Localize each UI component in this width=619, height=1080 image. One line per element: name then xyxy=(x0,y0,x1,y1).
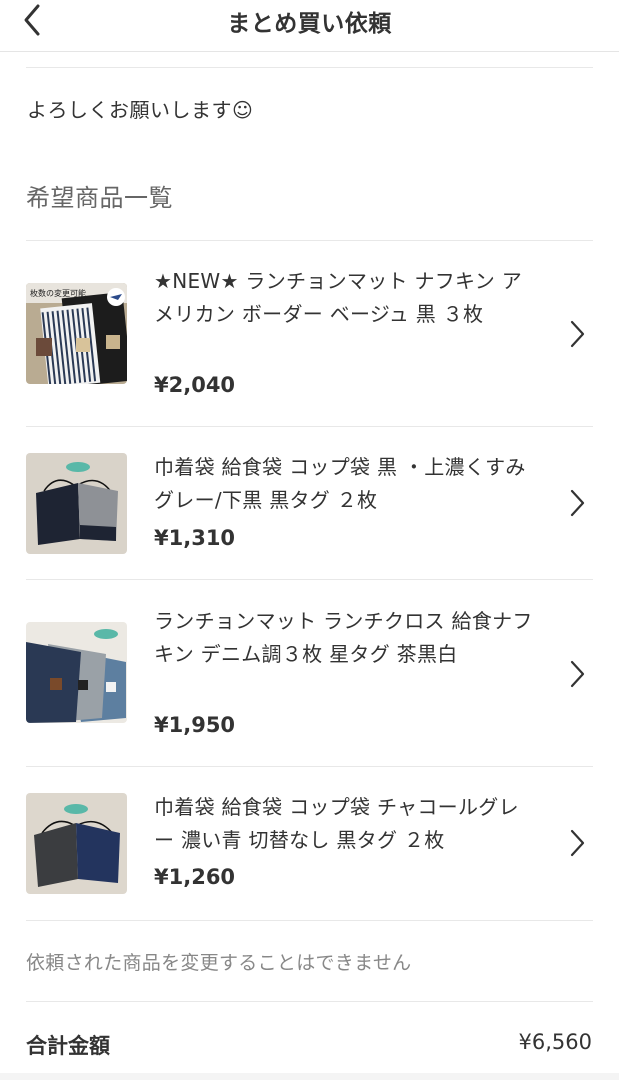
bottom-bar xyxy=(0,1073,619,1080)
product-item[interactable]: 巾着袋 給食袋 コップ袋 黒 ・上濃くすみグレー/下黒 黒タグ ２枚 ¥1,31… xyxy=(26,427,593,580)
product-item[interactable]: 巾着袋 給食袋 コップ袋 チャコールグレー 濃い青 切替なし 黒タグ ２枚 ¥1… xyxy=(26,767,593,921)
chevron-right-icon xyxy=(570,660,585,688)
product-price: ¥1,950 xyxy=(154,713,236,737)
product-item[interactable]: 枚数の変更可能 ★NEW★ ランチョンマット ナフキン アメリカン ボーダー ベ… xyxy=(26,241,593,427)
thumbnail-label: 枚数の変更可能 xyxy=(30,288,86,298)
total-amount: ¥6,560 xyxy=(518,1030,592,1054)
product-price: ¥1,260 xyxy=(154,865,236,889)
product-item[interactable]: ランチョンマット ランチクロス 給食ナフキン デニム調３枚 星タグ 茶黒白 ¥1… xyxy=(26,580,593,767)
section-title: 希望商品一覧 xyxy=(26,184,173,212)
request-message: よろしくお願いします☺ xyxy=(27,98,254,122)
header-bar: まとめ買い依頼 xyxy=(0,0,619,52)
product-thumbnail: 枚数の変更可能 xyxy=(26,283,127,384)
product-name: 巾着袋 給食袋 コップ袋 黒 ・上濃くすみグレー/下黒 黒タグ ２枚 xyxy=(154,455,526,512)
product-thumbnail xyxy=(26,453,127,554)
product-price: ¥1,310 xyxy=(154,526,236,550)
product-name: 巾着袋 給食袋 コップ袋 チャコールグレー 濃い青 切替なし 黒タグ ２枚 xyxy=(154,795,519,852)
product-name: ★NEW★ ランチョンマット ナフキン アメリカン ボーダー ベージュ 黒 ３枚 xyxy=(154,269,523,326)
chevron-right-icon xyxy=(570,829,585,857)
chevron-right-icon xyxy=(570,489,585,517)
product-thumbnail xyxy=(26,622,127,723)
chevron-right-icon xyxy=(570,320,585,348)
product-name: ランチョンマット ランチクロス 給食ナフキン デニム調３枚 星タグ 茶黒白 xyxy=(154,609,533,666)
product-thumbnail xyxy=(26,793,127,894)
divider xyxy=(26,67,593,68)
page-title: まとめ買い依頼 xyxy=(227,11,392,37)
divider xyxy=(26,1001,593,1002)
total-label: 合計金額 xyxy=(26,1034,110,1058)
change-notice: 依頼された商品を変更することはできません xyxy=(26,952,412,974)
product-price: ¥2,040 xyxy=(154,373,236,397)
